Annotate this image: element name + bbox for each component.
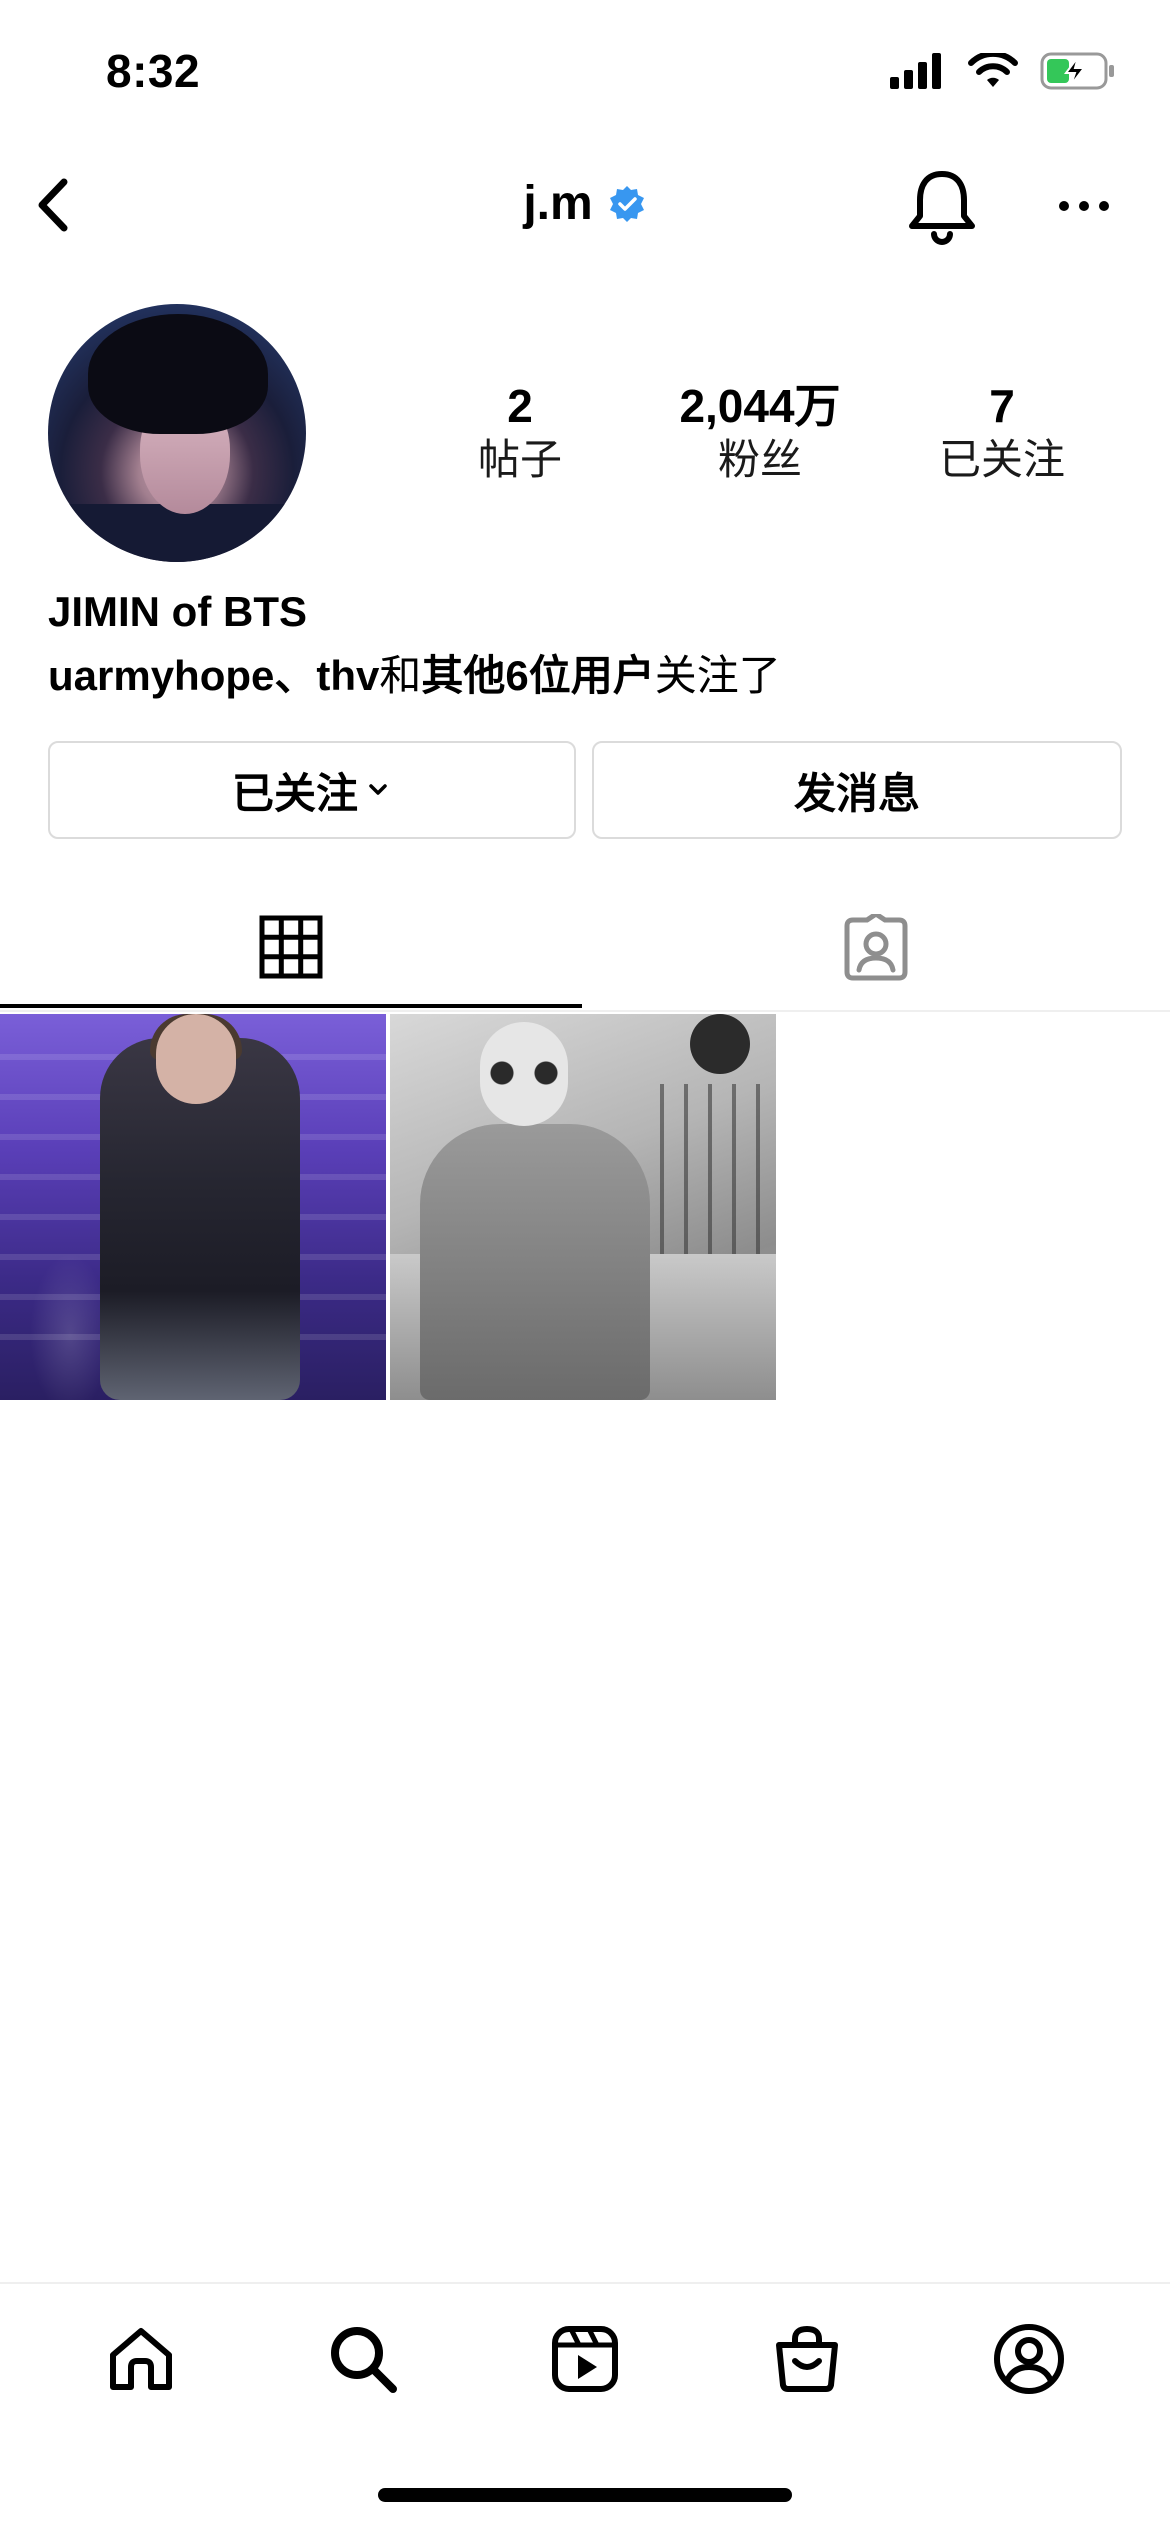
followers-label: 粉丝 bbox=[717, 436, 802, 483]
following-button-label: 已关注 bbox=[231, 769, 358, 817]
stat-posts[interactable]: 2 帖子 bbox=[410, 378, 630, 486]
profile-icon bbox=[994, 2324, 1064, 2394]
post-thumbnail[interactable] bbox=[0, 1014, 386, 1400]
grid-icon bbox=[259, 915, 323, 979]
followed-by-users: uarmyhope、thv bbox=[48, 652, 380, 699]
message-button-label: 发消息 bbox=[793, 769, 920, 817]
shop-icon bbox=[776, 2325, 838, 2392]
tagged-icon bbox=[844, 914, 908, 981]
profile-avatar[interactable] bbox=[48, 304, 306, 562]
more-icon bbox=[1059, 201, 1109, 211]
home-indicator[interactable] bbox=[378, 2488, 792, 2502]
followers-count: 2,044万 bbox=[679, 380, 841, 432]
followed-by-others: 其他6位用户 bbox=[421, 652, 655, 699]
tab-divider bbox=[0, 1010, 1170, 1012]
post-thumbnail[interactable] bbox=[390, 1014, 776, 1400]
more-options-button[interactable] bbox=[1056, 184, 1112, 228]
reels-icon bbox=[552, 2326, 618, 2392]
tab-reels[interactable] bbox=[545, 2319, 625, 2399]
followed-by-text[interactable]: uarmyhope、thv和其他6位用户关注了 bbox=[48, 642, 781, 703]
wifi-icon bbox=[968, 53, 1018, 87]
notifications-button[interactable] bbox=[904, 166, 980, 246]
bell-icon bbox=[909, 171, 975, 245]
message-button[interactable]: 发消息 bbox=[592, 741, 1122, 839]
verified-badge-icon bbox=[609, 185, 644, 222]
home-icon bbox=[110, 2328, 172, 2390]
battery-charging-icon bbox=[1040, 52, 1114, 90]
following-label: 已关注 bbox=[938, 436, 1065, 483]
followed-by-suffix: 关注了 bbox=[654, 652, 781, 699]
posts-count: 2 bbox=[507, 380, 533, 432]
tab-tagged[interactable] bbox=[582, 890, 1170, 1008]
chevron-down-icon bbox=[369, 784, 387, 795]
followed-by-and: 和 bbox=[379, 652, 422, 699]
following-count: 7 bbox=[989, 380, 1015, 432]
profile-username-header: j.m bbox=[0, 176, 1170, 231]
status-time: 8:32 bbox=[106, 45, 201, 97]
status-icons bbox=[890, 52, 1116, 90]
tab-home[interactable] bbox=[101, 2319, 181, 2399]
posts-label: 帖子 bbox=[477, 436, 562, 483]
tab-shop[interactable] bbox=[767, 2319, 847, 2399]
cellular-signal-icon bbox=[890, 53, 941, 89]
tab-profile[interactable] bbox=[989, 2319, 1069, 2399]
following-button[interactable]: 已关注 bbox=[48, 741, 576, 839]
tab-search[interactable] bbox=[323, 2319, 403, 2399]
stat-following[interactable]: 7 已关注 bbox=[892, 378, 1112, 486]
bottom-tab-bar bbox=[0, 2284, 1170, 2434]
stat-followers[interactable]: 2,044万 粉丝 bbox=[650, 378, 870, 486]
search-icon bbox=[331, 2327, 397, 2393]
tab-posts-grid[interactable] bbox=[0, 890, 582, 1008]
profile-display-name: JIMIN of BTS bbox=[48, 588, 307, 635]
username: j.m bbox=[523, 177, 593, 230]
